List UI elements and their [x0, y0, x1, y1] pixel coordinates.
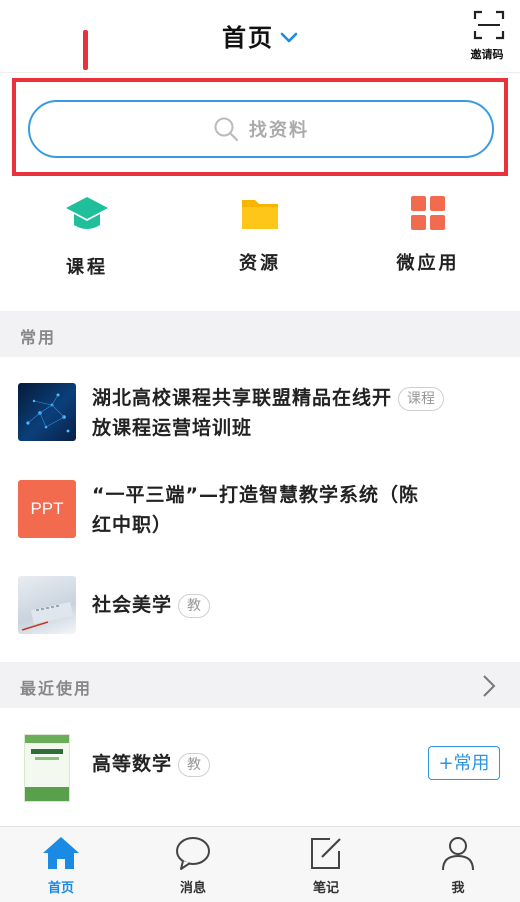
tab-messages[interactable]: 消息: [153, 835, 233, 896]
chevron-down-icon: [280, 22, 298, 50]
tab-label: 首页: [47, 881, 74, 896]
graduation-cap-icon: [66, 197, 108, 229]
home-icon: [43, 837, 79, 869]
title-line: 高等数学: [92, 753, 173, 775]
search-highlight-frame: 找资料: [12, 78, 508, 176]
quick-entry-label: 资源: [239, 253, 281, 274]
home-switcher[interactable]: 首页: [0, 18, 520, 53]
ppt-thumbnail: PPT: [18, 480, 76, 538]
type-tag: 教: [178, 593, 211, 618]
tab-label: 笔记: [312, 881, 339, 896]
title-line: 红中职）: [92, 514, 173, 536]
tab-notes[interactable]: 笔记: [286, 835, 366, 896]
scan-label: 邀请码: [470, 48, 504, 61]
list-item-title: 高等数学教: [92, 749, 211, 779]
quick-entries: 课程 资源 微应用: [0, 195, 520, 305]
list-item[interactable]: 湖北高校课程共享联盟精品在线开 课程 放课程运营培训班: [0, 357, 520, 461]
tab-label: 我: [451, 881, 465, 896]
annotation-mark: [83, 30, 88, 70]
invite-code-scan-button[interactable]: 邀请码: [471, 10, 506, 62]
folder-icon: [242, 200, 278, 229]
tab-label: 消息: [179, 881, 206, 896]
recent-section-header[interactable]: 最近使用: [0, 662, 520, 708]
note-edit-icon: [311, 838, 341, 869]
search-placeholder: 找资料: [249, 120, 309, 141]
bottom-tab-bar: 首页 消息 笔记 我: [0, 826, 520, 902]
quick-entry-label: 课程: [66, 257, 108, 278]
book-cover: [24, 734, 70, 802]
grid-apps-icon: [411, 196, 445, 230]
section-title: 常用: [20, 328, 57, 347]
chevron-right-icon[interactable]: [482, 674, 496, 702]
list-item-title: 社会美学教: [92, 590, 211, 620]
list-item[interactable]: PPT “一平三端”—打造智慧教学系统（陈 红中职）: [0, 461, 520, 561]
app-header: 首页 邀请码: [0, 0, 520, 73]
course-thumbnail: [18, 383, 76, 441]
title-line: “一平三端”—打造智慧教学系统（陈: [92, 484, 419, 506]
quick-entry-micro-apps[interactable]: 微应用: [368, 195, 488, 275]
title-line: 放课程运营培训班: [92, 417, 253, 439]
chat-bubble-icon: [176, 837, 210, 870]
type-tag: 教: [178, 752, 211, 777]
section-title: 最近使用: [20, 679, 93, 698]
search-icon: [214, 117, 239, 142]
quick-entry-label: 微应用: [396, 253, 460, 274]
course-thumbnail: [18, 576, 76, 634]
page-title: 首页: [222, 24, 274, 52]
list-item[interactable]: 高等数学教 +常用: [0, 708, 520, 824]
type-tag: 课程: [398, 386, 445, 411]
scan-icon: [473, 10, 505, 40]
title-line: 湖北高校课程共享联盟精品在线开: [92, 387, 393, 409]
ppt-label: PPT: [30, 499, 64, 518]
add-to-frequent-button[interactable]: +常用: [428, 746, 500, 780]
title-line: 社会美学: [92, 594, 173, 616]
frequent-section-header: 常用: [0, 311, 520, 357]
user-icon: [442, 837, 474, 871]
quick-entry-resources[interactable]: 资源: [200, 195, 320, 275]
quick-entry-courses[interactable]: 课程: [27, 195, 147, 279]
tab-me[interactable]: 我: [418, 835, 498, 896]
search-input[interactable]: 找资料: [28, 100, 494, 158]
list-item-title: 湖北高校课程共享联盟精品在线开 课程 放课程运营培训班: [92, 383, 445, 443]
list-item[interactable]: 社会美学教: [0, 561, 520, 661]
list-item-title: “一平三端”—打造智慧教学系统（陈 红中职）: [92, 480, 419, 540]
tab-home[interactable]: 首页: [21, 835, 101, 896]
